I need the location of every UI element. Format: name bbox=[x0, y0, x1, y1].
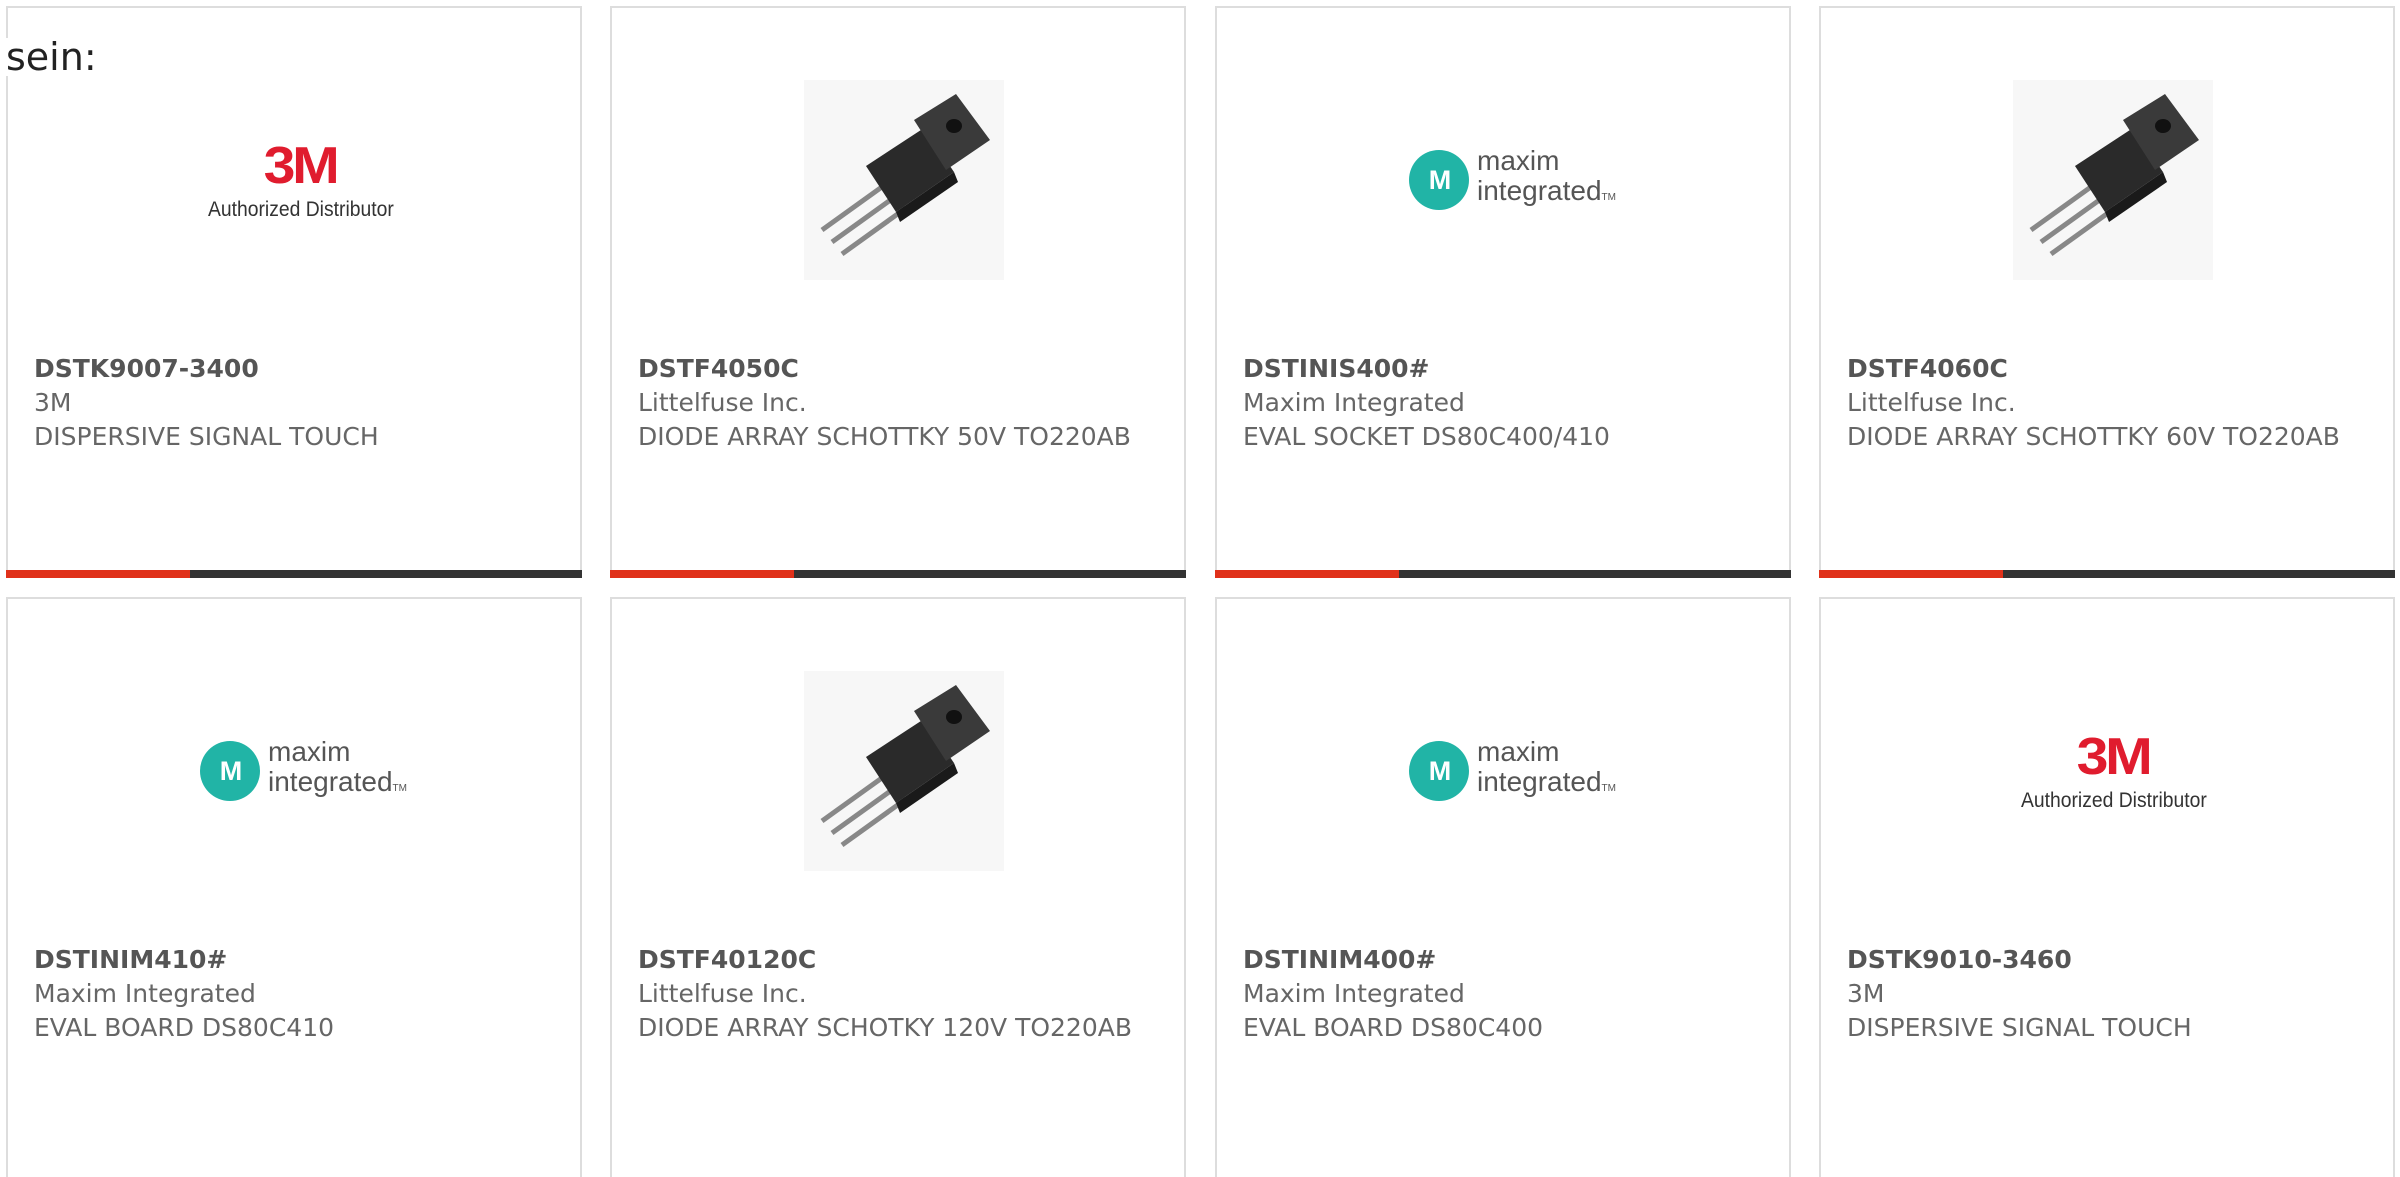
maxim-logo-line2: integrated bbox=[1477, 175, 1602, 206]
maxim-logo-tm: TM bbox=[392, 783, 407, 794]
description: DIODE ARRAY SCHOTKY 120V TO220AB bbox=[638, 1013, 1132, 1042]
product-card[interactable]: 3M Authorized Distributor DSTK9010-3460 3… bbox=[1819, 597, 2395, 1177]
description: EVAL BOARD DS80C410 bbox=[34, 1013, 334, 1042]
maxim-logo-line1: maxim bbox=[1477, 145, 1560, 176]
product-card[interactable]: DSTF40120C Littelfuse Inc. DIODE ARRAY S… bbox=[610, 597, 1186, 1177]
description: EVAL BOARD DS80C400 bbox=[1243, 1013, 1543, 1042]
description: DIODE ARRAY SCHOTTKY 60V TO220AB bbox=[1847, 422, 2340, 451]
description: DISPERSIVE SIGNAL TOUCH bbox=[1847, 1013, 2192, 1042]
manufacturer: Maxim Integrated bbox=[1243, 388, 1465, 417]
card-footer-bar bbox=[1819, 570, 2395, 578]
description: EVAL SOCKET DS80C400/410 bbox=[1243, 422, 1610, 451]
maxim-logo-line2: integrated bbox=[1477, 766, 1602, 797]
maxim-logo-line2: integrated bbox=[268, 766, 393, 797]
maxim-logo-image: M maxim integratedTM bbox=[1409, 671, 1616, 871]
manufacturer: Littelfuse Inc. bbox=[1847, 388, 2016, 417]
part-number-link[interactable]: DSTK9007-3400 bbox=[34, 352, 560, 386]
manufacturer: 3M bbox=[1847, 979, 1885, 1008]
description: DISPERSIVE SIGNAL TOUCH bbox=[34, 422, 379, 451]
to220-transistor-image bbox=[2013, 80, 2213, 280]
manufacturer: Maxim Integrated bbox=[34, 979, 256, 1008]
manufacturer: 3M bbox=[34, 388, 72, 417]
product-card[interactable]: M maxim integratedTM DSTINIM410# Maxim In… bbox=[6, 597, 582, 1177]
3m-logo-tagline: Authorized Distributor bbox=[208, 198, 394, 221]
maxim-logo-line1: maxim bbox=[268, 736, 351, 767]
product-card[interactable]: DSTF4050C Littelfuse Inc. DIODE ARRAY SC… bbox=[610, 6, 1186, 578]
part-number-link[interactable]: DSTK9010-3460 bbox=[1847, 943, 2373, 977]
3m-logo-mark: 3M bbox=[263, 137, 340, 195]
intro-text: sein: bbox=[6, 35, 97, 79]
maxim-logo-mark: M bbox=[1409, 741, 1469, 801]
product-card[interactable]: M maxim integratedTM DSTINIM400# Maxim In… bbox=[1215, 597, 1791, 1177]
part-number-link[interactable]: DSTINIM410# bbox=[34, 943, 560, 977]
part-number-link[interactable]: DSTINIS400# bbox=[1243, 352, 1769, 386]
3m-logo-mark: 3M bbox=[2076, 728, 2153, 786]
part-number-link[interactable]: DSTF4060C bbox=[1847, 352, 2373, 386]
product-card[interactable]: DSTF4060C Littelfuse Inc. DIODE ARRAY SC… bbox=[1819, 6, 2395, 578]
3m-logo-tagline: Authorized Distributor bbox=[2021, 789, 2207, 812]
to220-transistor-image bbox=[804, 80, 1004, 280]
product-card[interactable]: M maxim integratedTM DSTINIS400# Maxim In… bbox=[1215, 6, 1791, 578]
maxim-logo-tm: TM bbox=[1601, 192, 1616, 203]
maxim-logo-tm: TM bbox=[1601, 783, 1616, 794]
manufacturer: Littelfuse Inc. bbox=[638, 979, 807, 1008]
card-footer-bar bbox=[610, 570, 1186, 578]
maxim-logo-image: M maxim integratedTM bbox=[1409, 80, 1616, 280]
3m-logo-image: 3M Authorized Distributor bbox=[200, 80, 400, 280]
card-footer-bar bbox=[1215, 570, 1791, 578]
maxim-logo-mark: M bbox=[1409, 150, 1469, 210]
card-footer-bar bbox=[6, 570, 582, 578]
to220-transistor-image bbox=[804, 671, 1004, 871]
maxim-logo-line1: maxim bbox=[1477, 736, 1560, 767]
part-number-link[interactable]: DSTINIM400# bbox=[1243, 943, 1769, 977]
maxim-logo-image: M maxim integratedTM bbox=[200, 671, 407, 871]
3m-logo-image: 3M Authorized Distributor bbox=[2013, 671, 2213, 871]
maxim-logo-mark: M bbox=[200, 741, 260, 801]
manufacturer: Maxim Integrated bbox=[1243, 979, 1465, 1008]
manufacturer: Littelfuse Inc. bbox=[638, 388, 807, 417]
description: DIODE ARRAY SCHOTTKY 50V TO220AB bbox=[638, 422, 1131, 451]
part-number-link[interactable]: DSTF4050C bbox=[638, 352, 1164, 386]
part-number-link[interactable]: DSTF40120C bbox=[638, 943, 1164, 977]
product-card[interactable]: 3M Authorized Distributor DSTK9007-3400 3… bbox=[6, 6, 582, 578]
